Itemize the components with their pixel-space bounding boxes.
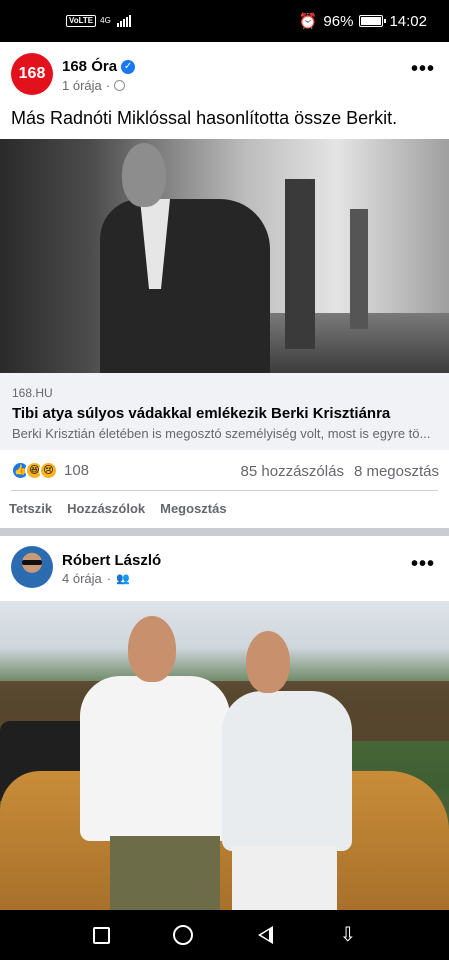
system-nav-bar: ⇩ <box>0 910 449 960</box>
signal-icon <box>116 15 131 27</box>
more-icon[interactable]: ••• <box>411 553 435 576</box>
comment-button[interactable]: Hozzászólok <box>67 501 145 516</box>
link-title[interactable]: Tibi atya súlyos vádakkal emlékezik Berk… <box>12 405 437 422</box>
status-bar: VoLTE 4G ⏰ 96% 14:02 <box>0 0 449 42</box>
recents-button[interactable] <box>87 921 115 949</box>
post-text: Más Radnóti Miklóssal hasonlította össze… <box>11 108 398 128</box>
link-domain: 168.HU <box>12 386 53 400</box>
signal-area: VoLTE 4G <box>66 15 131 27</box>
engagement-counts: 85 hozzászólás 8 megosztás <box>241 463 439 480</box>
post-separator <box>0 528 449 536</box>
status-right: ⏰ 96% 14:02 <box>298 12 427 31</box>
more-icon[interactable]: ••• <box>411 58 435 81</box>
shares-count[interactable]: 8 megosztás <box>354 463 439 480</box>
battery-icon <box>359 15 387 27</box>
battery-percent: 96% <box>323 12 354 30</box>
verified-icon: ✓ <box>121 59 136 74</box>
back-button[interactable] <box>252 921 280 949</box>
clock: 14:02 <box>389 12 427 30</box>
author-name[interactable]: 168 Óra <box>62 58 117 75</box>
link-preview-image[interactable] <box>0 139 449 373</box>
network-type: 4G <box>100 16 111 25</box>
back-triangle-icon <box>258 926 274 944</box>
post-author[interactable]: Róbert László <box>62 552 161 569</box>
pull-down-icon: ⇩ <box>339 924 357 946</box>
sad-reaction-icon: 😢 <box>39 461 58 480</box>
friends-icon: 👥 <box>116 573 130 585</box>
post-author[interactable]: 168 Óra ✓ <box>62 58 136 75</box>
notifications-pulldown-button[interactable]: ⇩ <box>334 921 362 949</box>
comments-count[interactable]: 85 hozzászólás <box>241 463 344 480</box>
share-button[interactable]: Megosztás <box>160 501 226 516</box>
divider <box>11 490 438 491</box>
volte-badge: VoLTE <box>66 15 97 27</box>
reactions-summary[interactable]: 👍 😆 😢 108 <box>11 461 89 480</box>
link-preview[interactable]: 168.HU Tibi atya súlyos vádakkal emlékez… <box>0 373 449 450</box>
author-avatar[interactable] <box>11 546 53 588</box>
page-avatar[interactable]: 168 <box>11 53 53 95</box>
circle-icon <box>173 925 194 945</box>
link-description: Berki Krisztián életében is megosztó sze… <box>12 426 431 441</box>
post-meta: 4 órája · 👥 <box>62 571 130 586</box>
reactions-count[interactable]: 108 <box>64 462 89 479</box>
post-meta: 1 órája · <box>62 78 126 93</box>
like-button[interactable]: Tetszik <box>9 501 52 516</box>
alarm-icon: ⏰ <box>298 13 318 30</box>
post-actions: Tetszik Hozzászólok Megosztás <box>9 501 227 516</box>
post-photo[interactable] <box>0 601 449 910</box>
globe-icon <box>114 80 126 91</box>
post-time[interactable]: 4 órája <box>62 571 102 586</box>
post-time[interactable]: 1 órája <box>62 78 102 93</box>
square-icon <box>92 926 110 944</box>
home-button[interactable] <box>169 921 197 949</box>
